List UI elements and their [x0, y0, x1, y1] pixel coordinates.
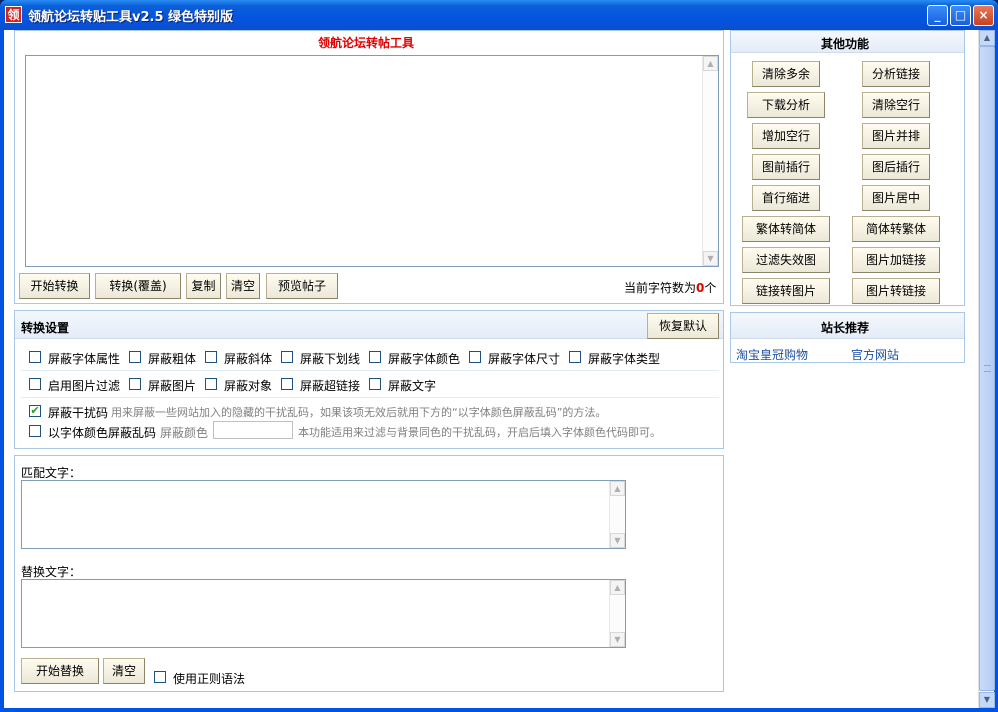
checkbox-block-italic[interactable]	[205, 351, 217, 363]
other-functions-panel: 其他功能 清除多余 分析链接 下载分析 清除空行 增加空行 图片并排 图前插行 …	[730, 30, 965, 306]
simplified-to-traditional-button[interactable]: 简体转繁体	[852, 216, 940, 242]
checkbox-block-font-color[interactable]	[369, 351, 381, 363]
source-textarea[interactable]: ▲ ▼	[25, 55, 719, 267]
download-analyze-button[interactable]: 下载分析	[747, 92, 825, 118]
replace-panel: 匹配文字： ▲ ▼ 替换文字： ▲ ▼ 开始替换 清空 使用正则语法	[14, 455, 724, 692]
checkbox-color-filter[interactable]	[29, 425, 41, 437]
traditional-to-simplified-button[interactable]: 繁体转简体	[742, 216, 830, 242]
scroll-down-arrow-icon[interactable]: ▼	[610, 533, 625, 548]
maximize-button[interactable]: □	[950, 5, 971, 26]
color-filter-description: 本功能适用来过滤与背景同色的干扰乱码，开启后填入字体颜色代码即可。	[298, 426, 661, 439]
minimize-button[interactable]: _	[927, 5, 948, 26]
label-block-image: 屏蔽图片	[148, 379, 197, 393]
label-block-font-color: 屏蔽字体颜色	[388, 352, 461, 366]
checkbox-block-font-size[interactable]	[469, 351, 481, 363]
label-block-bold: 屏蔽粗体	[148, 352, 197, 366]
window-scroll-up-icon[interactable]: ▲	[979, 30, 995, 46]
checkbox-block-image[interactable]	[129, 378, 141, 390]
checkbox-block-font-type[interactable]	[569, 351, 581, 363]
close-button[interactable]: ×	[973, 5, 994, 26]
scroll-up-arrow-icon[interactable]: ▲	[610, 580, 625, 595]
label-block-hyperlink: 屏蔽超链接	[300, 379, 361, 393]
label-block-object: 屏蔽对象	[224, 379, 273, 393]
settings-title: 转换设置	[21, 321, 70, 335]
clear-extra-button[interactable]: 清除多余	[752, 61, 820, 87]
preview-post-button[interactable]: 预览帖子	[266, 273, 338, 299]
window-scrollbar[interactable]: ▲ ▼	[978, 30, 995, 708]
link-to-image-button[interactable]: 链接转图片	[742, 278, 830, 304]
match-textarea[interactable]: ▲ ▼	[21, 480, 626, 549]
insert-after-image-button[interactable]: 图后插行	[862, 154, 930, 180]
checkbox-block-bold[interactable]	[129, 351, 141, 363]
label-block-font-size: 屏蔽字体尺寸	[488, 352, 561, 366]
checkbox-block-object[interactable]	[205, 378, 217, 390]
restore-default-button[interactable]: 恢复默认	[647, 313, 719, 339]
label-block-interference: 屏蔽干扰码	[48, 406, 109, 420]
label-color-filter: 以字体颜色屏蔽乱码	[48, 426, 157, 440]
recommend-title: 站长推荐	[821, 321, 870, 335]
checkbox-block-interference[interactable]: ✔	[29, 405, 41, 417]
images-side-by-side-button[interactable]: 图片并排	[862, 123, 930, 149]
char-count-text: 当前字符数为0个	[624, 281, 717, 295]
checkbox-block-hyperlink[interactable]	[281, 378, 293, 390]
label-block-underline: 屏蔽下划线	[300, 352, 361, 366]
center-image-button[interactable]: 图片居中	[862, 185, 930, 211]
label-use-regex: 使用正则语法	[173, 672, 246, 686]
label-block-italic: 屏蔽斜体	[224, 352, 273, 366]
replace-text-label: 替换文字：	[21, 565, 82, 579]
divider	[21, 397, 719, 398]
convert-overwrite-button[interactable]: 转换(覆盖)	[95, 273, 181, 299]
replace-clear-button[interactable]: 清空	[103, 658, 145, 684]
replace-textarea[interactable]: ▲ ▼	[21, 579, 626, 648]
client-area: 领航论坛转帖工具 ▲ ▼ 开始转换 转换(覆盖) 复制 清空 预览帖子 当前字符…	[4, 30, 995, 708]
link-official-site[interactable]: 官方网站	[851, 346, 899, 363]
start-convert-button[interactable]: 开始转换	[19, 273, 90, 299]
window-scroll-down-icon[interactable]: ▼	[979, 692, 995, 708]
label-block-color: 屏蔽颜色	[160, 426, 209, 440]
checkbox-block-font-attr[interactable]	[29, 351, 41, 363]
other-functions-title: 其他功能	[821, 37, 870, 51]
scroll-down-arrow-icon[interactable]: ▼	[610, 632, 625, 647]
block-color-input[interactable]	[213, 421, 293, 439]
label-block-font-type: 屏蔽字体类型	[588, 352, 661, 366]
label-enable-image-filter: 启用图片过滤	[48, 379, 121, 393]
clear-empty-lines-button[interactable]: 清除空行	[862, 92, 930, 118]
match-text-label: 匹配文字：	[21, 466, 82, 480]
interference-description: 用来屏蔽一些网站加入的隐藏的干扰乱码，如果该项无效后就用下方的“以字体颜色屏蔽乱…	[111, 406, 607, 419]
recommend-panel: 站长推荐 淘宝皇冠购物 官方网站	[730, 312, 965, 363]
source-scrollbar[interactable]: ▲ ▼	[702, 56, 718, 266]
title-bar[interactable]: 领 领航论坛转贴工具v2.5 绿色特别版 _ □ ×	[0, 0, 998, 30]
filter-broken-images-button[interactable]: 过滤失效图	[742, 247, 830, 273]
match-scrollbar[interactable]: ▲ ▼	[609, 481, 625, 548]
copy-button[interactable]: 复制	[186, 273, 221, 299]
divider	[21, 370, 719, 371]
link-taobao[interactable]: 淘宝皇冠购物	[736, 346, 808, 363]
clear-button[interactable]: 清空	[226, 273, 260, 299]
label-block-text: 屏蔽文字	[388, 379, 437, 393]
replace-scrollbar[interactable]: ▲ ▼	[609, 580, 625, 647]
insert-before-image-button[interactable]: 图前插行	[752, 154, 820, 180]
app-icon: 领	[5, 6, 22, 23]
image-add-link-button[interactable]: 图片加链接	[852, 247, 940, 273]
checkbox-enable-image-filter[interactable]	[29, 378, 41, 390]
start-replace-button[interactable]: 开始替换	[21, 658, 99, 684]
image-to-link-button[interactable]: 图片转链接	[852, 278, 940, 304]
scroll-up-arrow-icon[interactable]: ▲	[610, 481, 625, 496]
editor-panel: 领航论坛转帖工具 ▲ ▼ 开始转换 转换(覆盖) 复制 清空 预览帖子 当前字符…	[14, 30, 724, 304]
window-scroll-thumb[interactable]	[979, 46, 995, 691]
analyze-links-button[interactable]: 分析链接	[862, 61, 930, 87]
editor-heading: 领航论坛转帖工具	[318, 36, 415, 50]
first-line-indent-button[interactable]: 首行缩进	[752, 185, 820, 211]
scroll-down-arrow-icon[interactable]: ▼	[703, 251, 718, 266]
label-block-font-attr: 屏蔽字体属性	[48, 352, 121, 366]
settings-panel: 转换设置 恢复默认 屏蔽字体属性 屏蔽粗体 屏蔽斜体 屏蔽下划线 屏蔽字体颜色 …	[14, 310, 724, 449]
settings-header	[15, 311, 723, 339]
window-title: 领航论坛转贴工具v2.5 绿色特别版	[28, 10, 234, 25]
checkbox-use-regex[interactable]	[154, 671, 166, 683]
scroll-up-arrow-icon[interactable]: ▲	[703, 56, 718, 71]
checkbox-block-underline[interactable]	[281, 351, 293, 363]
add-empty-lines-button[interactable]: 增加空行	[752, 123, 820, 149]
app-window: 领 领航论坛转贴工具v2.5 绿色特别版 _ □ × 领航论坛转帖工具 ▲ ▼ …	[0, 0, 998, 712]
checkbox-block-text[interactable]	[369, 378, 381, 390]
